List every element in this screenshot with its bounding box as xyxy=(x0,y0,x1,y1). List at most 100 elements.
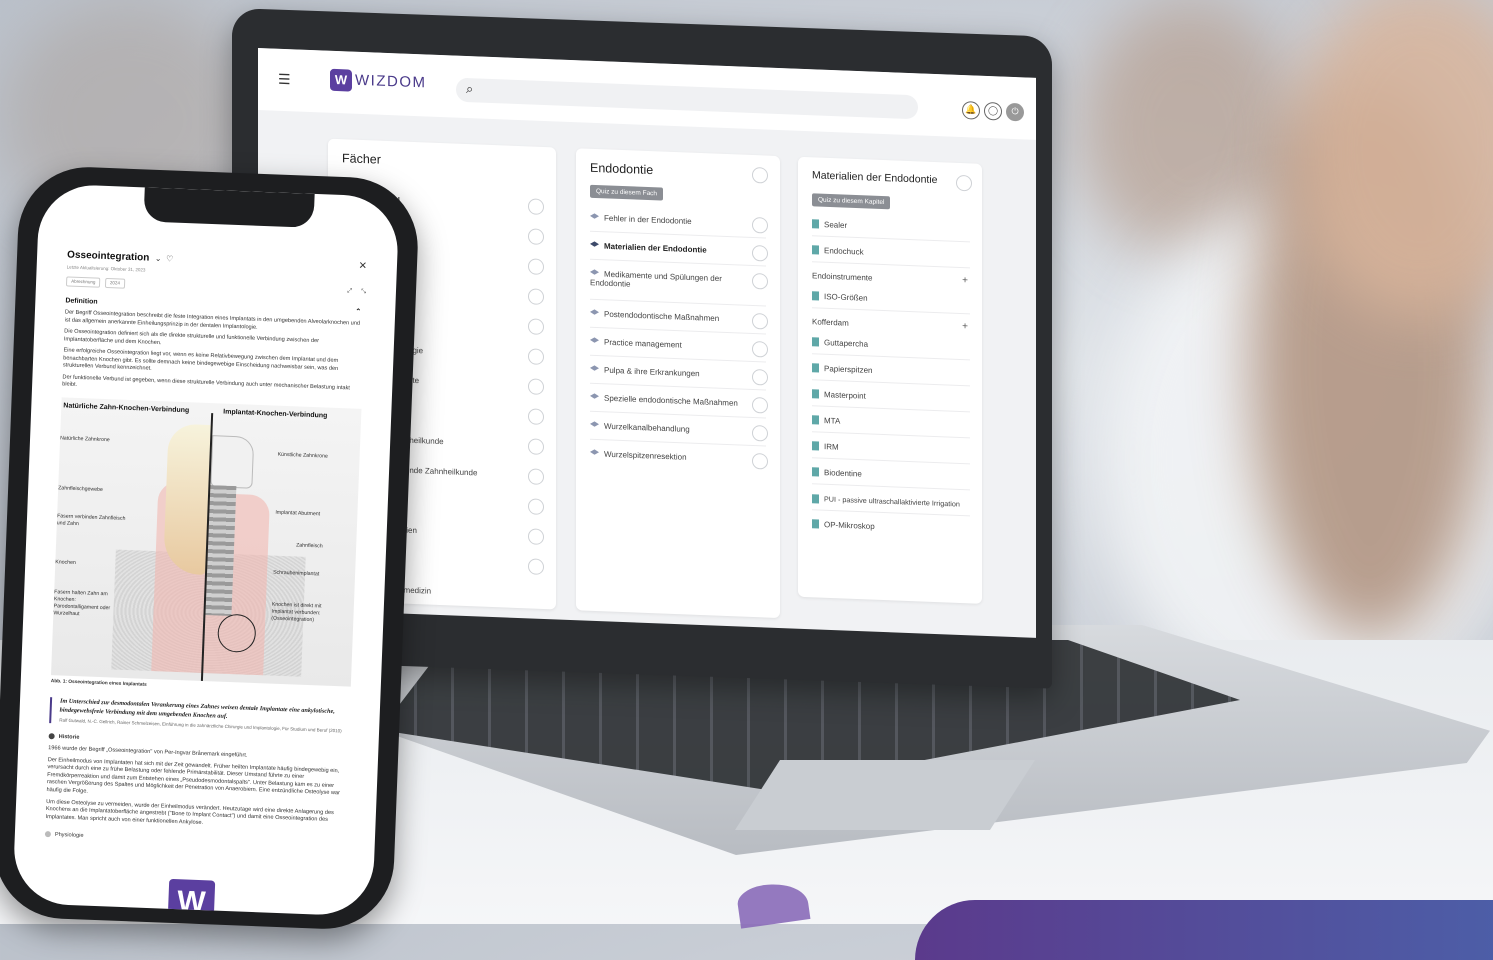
divider xyxy=(812,261,970,269)
list-item[interactable]: Pulpa & ihre Erkrankungen xyxy=(590,365,700,378)
layers-icon xyxy=(590,241,599,250)
close-icon[interactable]: ✕ xyxy=(358,260,367,274)
list-item[interactable]: PUI - passive ultraschallaktivierte Irri… xyxy=(812,493,960,509)
document-icon xyxy=(812,519,819,529)
list-item[interactable]: Papierspitzen xyxy=(812,363,872,375)
list-item[interactable]: ISO-Größen xyxy=(812,291,868,303)
expand-icon[interactable]: ⤢ xyxy=(347,287,352,295)
document-icon xyxy=(812,493,819,504)
figure-label: Zahnfleischgewebe xyxy=(58,485,103,493)
divider xyxy=(590,258,766,267)
power-icon[interactable]: ⏻ xyxy=(1006,102,1024,122)
progress-icon xyxy=(528,318,544,335)
app-name: WIZDOM xyxy=(355,71,427,92)
search-input[interactable]: ⌕ xyxy=(456,77,918,120)
list-item[interactable]: Postendodontische Maßnahmen xyxy=(590,309,719,323)
list-item[interactable]: Biodentine xyxy=(812,467,862,479)
purple-swoosh xyxy=(915,900,1493,960)
document-icon xyxy=(812,467,819,477)
document-icon xyxy=(812,337,819,347)
progress-icon xyxy=(528,528,544,545)
layers-icon xyxy=(590,365,599,374)
list-item[interactable]: Wurzelspitzenresektion xyxy=(590,449,687,462)
progress-icon xyxy=(752,166,768,184)
expand-icon[interactable]: + xyxy=(962,321,968,332)
divider xyxy=(590,382,766,391)
progress-icon xyxy=(752,312,768,330)
list-item[interactable]: IRM xyxy=(812,441,839,452)
quiz-button[interactable]: Quiz zu diesem Kapitel xyxy=(812,193,891,210)
logo-icon[interactable]: W xyxy=(330,68,352,92)
expand-icon[interactable]: + xyxy=(962,275,968,286)
user-icon[interactable]: ◯ xyxy=(984,101,1002,121)
collapse-icon[interactable]: ⤡ xyxy=(361,287,366,295)
divider xyxy=(812,457,970,465)
screw-illustration xyxy=(205,485,237,617)
bell-icon[interactable]: 🔔 xyxy=(962,101,980,120)
layers-icon xyxy=(590,213,599,222)
divider xyxy=(812,405,970,413)
list-item[interactable]: Medikamente und Spülungen der Endodontie xyxy=(590,269,730,293)
list-item[interactable]: Masterpoint xyxy=(812,389,866,401)
collapse-icon xyxy=(48,733,55,740)
progress-icon xyxy=(752,340,768,358)
search-icon: ⌕ xyxy=(466,80,474,97)
list-item[interactable]: llmedizin xyxy=(400,585,431,595)
list-item[interactable]: Wurzelkanalbehandlung xyxy=(590,421,690,434)
progress-icon xyxy=(752,396,768,414)
article-title: Osseointegration xyxy=(66,249,150,264)
progress-icon xyxy=(528,408,544,425)
divider xyxy=(590,410,766,419)
list-item-active[interactable]: Materialien der Endodontie xyxy=(590,241,707,255)
progress-icon xyxy=(752,244,768,262)
divider xyxy=(590,230,766,239)
divider xyxy=(590,354,766,363)
list-item[interactable]: Practice management xyxy=(590,337,682,350)
chevron-up-icon[interactable]: ⌃ xyxy=(355,307,361,317)
progress-icon xyxy=(752,216,768,234)
progress-icon xyxy=(528,378,544,395)
chip-abrechnung[interactable]: Abrechnung xyxy=(65,276,101,288)
document-icon xyxy=(812,389,819,399)
list-item[interactable]: OP-Mikroskop xyxy=(812,519,875,531)
menu-icon[interactable]: ☰ xyxy=(278,71,292,89)
figure-label: Zahnfleisch xyxy=(296,542,323,550)
progress-icon xyxy=(528,468,544,485)
document-icon xyxy=(812,245,819,255)
progress-icon xyxy=(956,174,972,192)
phone-frame: Osseointegration ⌄ ♡ ✕ Letzte Aktualisie… xyxy=(0,164,421,932)
quiz-button[interactable]: Quiz zu diesem Fach xyxy=(590,184,664,201)
divider xyxy=(812,379,970,387)
figure-label: Knochen xyxy=(55,559,76,566)
implant-figure: Natürliche Zahn-Knochen-Verbindung Impla… xyxy=(51,397,362,687)
list-item[interactable]: Endochuck xyxy=(812,245,864,257)
logo-icon[interactable]: W xyxy=(167,878,216,917)
layers-icon xyxy=(590,337,599,346)
document-icon xyxy=(812,291,819,301)
chip-year[interactable]: 2024 xyxy=(104,277,126,289)
list-item[interactable]: Guttapercha xyxy=(812,337,868,349)
progress-icon xyxy=(752,424,768,442)
group-header[interactable]: Endoinstrumente xyxy=(812,271,872,282)
progress-icon xyxy=(528,348,544,365)
list-item[interactable]: Fehler in der Endodontie xyxy=(590,213,692,226)
progress-icon xyxy=(528,498,544,515)
list-item[interactable]: Sealer xyxy=(812,219,847,230)
document-icon xyxy=(812,415,819,425)
expand-icon xyxy=(44,831,52,838)
layers-icon xyxy=(590,421,599,430)
list-item[interactable]: MTA xyxy=(812,415,840,426)
chevron-down-icon[interactable]: ⌄ xyxy=(155,254,162,263)
heart-icon[interactable]: ♡ xyxy=(166,254,174,263)
progress-icon xyxy=(528,228,544,245)
layers-icon xyxy=(590,449,599,458)
faecher-title: Fächer xyxy=(342,151,381,167)
divider xyxy=(812,483,970,491)
crown-illustration xyxy=(210,435,255,489)
subsection-physiologie[interactable]: Physiologie xyxy=(44,831,345,851)
quote-block: Im Unterschied zur desmodontalen Veranke… xyxy=(49,697,350,735)
list-item[interactable]: Spezielle endodontische Maßnahmen xyxy=(590,393,738,408)
group-header[interactable]: Kofferdam xyxy=(812,317,849,327)
materialien-title: Materialien der Endodontie xyxy=(812,169,938,187)
figure-heading-right: Implantat-Knochen-Verbindung xyxy=(223,408,328,420)
